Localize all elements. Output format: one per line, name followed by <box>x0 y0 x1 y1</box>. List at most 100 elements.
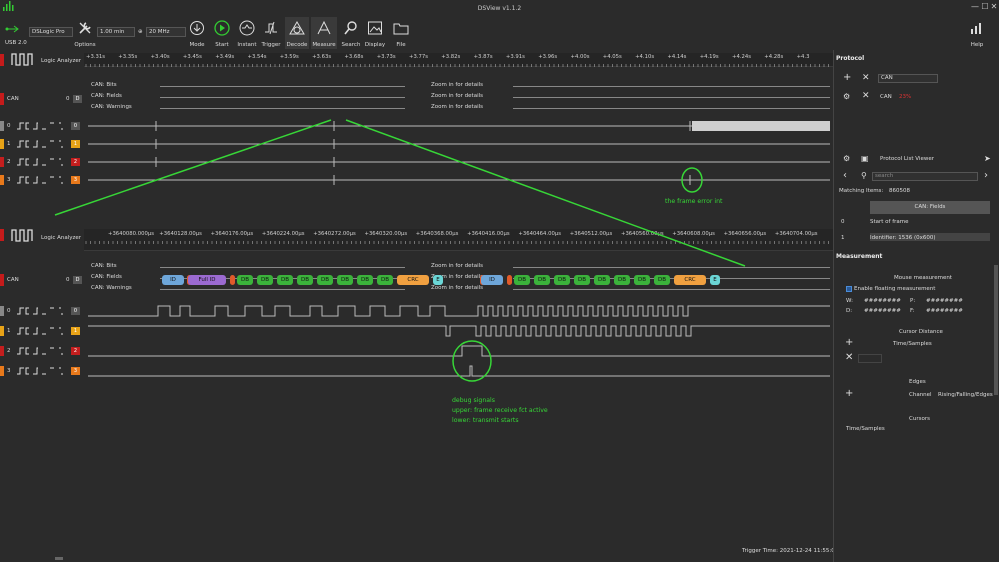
trigger-button[interactable]: Trigger <box>260 17 282 49</box>
channel-index: 0 <box>7 308 11 314</box>
protocol-delete-icon[interactable]: ✕ <box>862 91 870 101</box>
remove-cursor-distance-icon[interactable]: ✕ <box>845 352 853 363</box>
decoder-row-line <box>160 289 405 290</box>
list-item-text-0[interactable]: Start of frame <box>870 219 909 225</box>
decoded-field[interactable]: DB <box>277 275 293 285</box>
bottom-logic-label: Logic Analyzer <box>41 235 82 241</box>
list-column-header[interactable]: CAN: Fields <box>870 201 990 214</box>
options-button[interactable]: Options <box>74 17 96 49</box>
decoder-row-line <box>513 108 830 109</box>
decoded-field[interactable]: DB <box>317 275 333 285</box>
decoded-field[interactable]: DB <box>237 275 253 285</box>
matching-count: 860508 <box>889 188 910 194</box>
instant-button[interactable]: Instant <box>236 17 258 49</box>
add-edge-icon[interactable]: + <box>845 388 853 399</box>
decoded-field[interactable]: DB <box>554 275 570 285</box>
trigger-options-icon[interactable] <box>16 176 66 184</box>
decoded-field[interactable]: ID <box>481 275 503 285</box>
decoder-row-line <box>160 97 405 98</box>
wrench-icon <box>79 22 91 34</box>
navigate-icon[interactable]: ➤ <box>984 154 991 163</box>
save-icon[interactable]: ▣ <box>861 154 869 163</box>
list-settings-icon[interactable]: ⚙ <box>843 154 850 163</box>
device-select[interactable]: DSLogic Pro <box>29 27 73 37</box>
edges-type-label: Rising/Falling/Edges <box>938 392 993 398</box>
mode-button[interactable]: Mode <box>187 17 207 49</box>
display-button[interactable]: Display <box>364 17 386 49</box>
decoded-field[interactable]: Full ID <box>188 275 226 285</box>
trigger-options-icon[interactable] <box>16 158 66 166</box>
h-scrollbar[interactable] <box>55 557 63 560</box>
protocol-select[interactable]: CAN <box>878 74 938 83</box>
can-channel-label: CAN <box>7 96 19 102</box>
decoder-row-label: CAN: Bits <box>91 82 117 88</box>
zoom-message: Zoom in for details <box>431 285 484 291</box>
decoded-field[interactable]: DB <box>377 275 393 285</box>
file-button[interactable]: File <box>390 17 412 49</box>
close-button[interactable]: ✕ <box>989 2 999 12</box>
decoded-field[interactable]: CRC <box>674 275 706 285</box>
start-button[interactable]: Start <box>211 17 233 49</box>
f-value: ######## <box>926 308 963 314</box>
top-time-ruler[interactable]: +3.31s +3.35s +3.40s +3.45s +3.49s +3.54s +3.5… <box>84 53 833 67</box>
matching-label: Matching Items: <box>839 188 884 194</box>
decoder-row-line <box>160 86 405 87</box>
add-protocol-icon[interactable]: + <box>843 72 851 83</box>
decoded-field[interactable]: DB <box>634 275 650 285</box>
channel-color-marker <box>0 366 4 376</box>
decoded-field[interactable]: DB <box>534 275 550 285</box>
decoded-field[interactable]: DB <box>297 275 313 285</box>
protocol-row-progress: 23% <box>899 94 912 100</box>
cursor-select[interactable] <box>858 354 882 363</box>
list-search-input[interactable]: search <box>872 172 978 181</box>
decoded-field[interactable]: ID <box>162 275 184 285</box>
mode-icon <box>190 21 204 35</box>
protocol-settings-icon[interactable]: ⚙ <box>843 92 850 101</box>
measurement-scrollbar[interactable] <box>994 265 998 395</box>
bottom-view: Logic Analyzer +3640080.000µs +3640128.00… <box>0 225 833 385</box>
search-button[interactable]: Search <box>340 17 362 49</box>
decoded-field[interactable]: DB <box>357 275 373 285</box>
decode-button[interactable]: Decode <box>285 17 309 49</box>
measure-button[interactable]: Measure <box>311 17 337 49</box>
prev-match-icon[interactable]: ‹ <box>843 170 847 181</box>
trigger-options-icon[interactable] <box>16 347 66 355</box>
decoded-field[interactable]: DB <box>514 275 530 285</box>
help-icon <box>971 23 981 34</box>
decoder-row-line <box>513 86 830 87</box>
p-label: P: <box>910 298 916 304</box>
decoded-field[interactable]: E <box>433 275 443 285</box>
top-logic-marker <box>0 54 4 66</box>
trigger-options-icon[interactable] <box>16 327 66 335</box>
decoded-field[interactable]: DB <box>594 275 610 285</box>
rate-icon: ⊕ <box>138 29 143 35</box>
bottom-time-ruler[interactable]: +3640080.000µs +3640128.00µs +3640176.00µs… <box>84 229 833 251</box>
decoded-field[interactable]: DB <box>614 275 630 285</box>
trigger-options-icon[interactable] <box>16 140 66 148</box>
debug-note-1: debug signals <box>452 397 496 404</box>
decoded-field[interactable]: DB <box>654 275 670 285</box>
trigger-options-icon[interactable] <box>16 367 66 375</box>
help-button[interactable]: Help <box>966 17 988 49</box>
decoded-field[interactable]: DB <box>257 275 273 285</box>
channel-color-marker <box>0 326 4 336</box>
next-match-icon[interactable]: › <box>984 170 988 181</box>
measurement-title: Measurement <box>836 253 883 260</box>
minimize-button[interactable]: — <box>970 2 980 12</box>
field-marker <box>230 275 235 285</box>
list-item-index-1: 1 <box>841 235 845 241</box>
trigger-options-icon[interactable] <box>16 307 66 315</box>
rate-select[interactable]: 20 MHz <box>146 27 186 37</box>
decoded-field[interactable]: DB <box>337 275 353 285</box>
floating-measurement-checkbox[interactable] <box>846 286 852 292</box>
remove-protocol-icon[interactable]: ✕ <box>862 73 870 83</box>
decoded-field[interactable]: DB <box>574 275 590 285</box>
main-toolbar: USB 2.0 DSLogic Pro Options 1.00 min ⊕ 2… <box>0 17 999 49</box>
duration-select[interactable]: 1.00 min <box>97 27 135 37</box>
decoded-field[interactable]: E <box>710 275 720 285</box>
list-item-text-1[interactable]: Identifier: 1536 (0x600) <box>870 233 990 241</box>
trigger-options-icon[interactable] <box>16 122 66 130</box>
decoded-field[interactable]: CRC <box>397 275 429 285</box>
add-cursor-distance-icon[interactable]: + <box>845 337 853 348</box>
right-panel: Protocol + ✕ CAN ⚙ ✕ CAN 23% ⚙ ▣ Protoco… <box>833 50 999 562</box>
